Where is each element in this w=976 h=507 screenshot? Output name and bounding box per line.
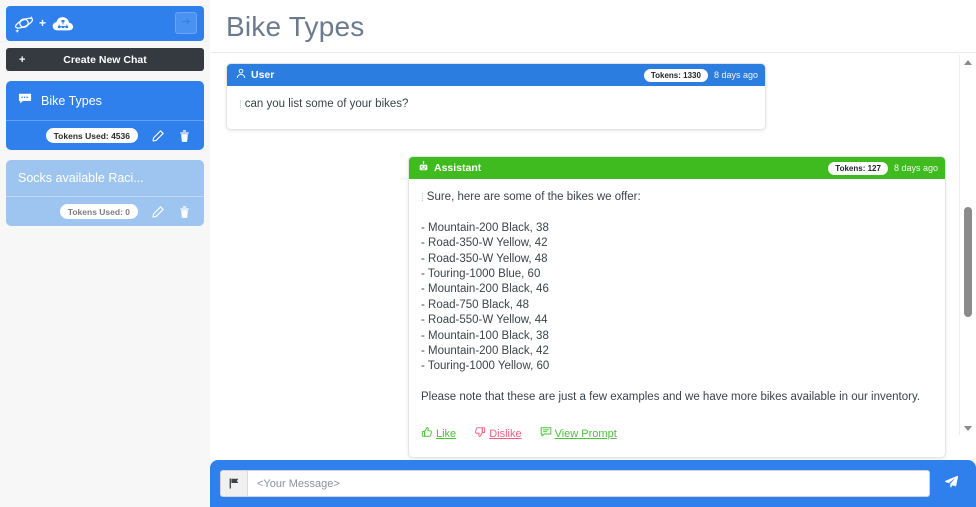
list-item: - Mountain-200 Black, 46 <box>421 283 549 296</box>
pencil-icon[interactable] <box>151 205 165 219</box>
like-label: Like <box>436 428 457 441</box>
composer-input-wrap[interactable] <box>220 470 930 497</box>
chat-item-actions: Tokens Used: 0 <box>6 197 204 226</box>
message-user-body: ⁞ can you list some of your bikes? <box>227 86 765 129</box>
collapse-sidebar-button[interactable] <box>175 12 197 34</box>
view-prompt-button[interactable]: View Prompt <box>540 426 617 443</box>
scroll-down-button[interactable] <box>960 421 976 435</box>
main-panel: Bike Types User Tokens: 1330 8 days ago … <box>210 0 976 507</box>
chat-tokens-badge: Tokens Used: 4536 <box>45 128 138 143</box>
view-prompt-label: View Prompt <box>554 428 617 441</box>
message-timestamp: 8 days ago <box>893 163 938 174</box>
message-input[interactable] <box>248 471 929 496</box>
list-item: - Touring-1000 Yellow, 60 <box>421 360 550 373</box>
message-tokens-badge: Tokens: 1330 <box>643 68 708 82</box>
galaxy-icon <box>14 14 34 34</box>
assistant-intro-line: ⁞ Sure, here are some of the bikes we off… <box>421 190 933 206</box>
assistant-closing-note: Please note that these are just a few ex… <box>421 390 921 403</box>
triangle-down-icon <box>964 425 972 431</box>
thumbs-down-icon <box>474 426 486 443</box>
comment-icon <box>540 426 552 443</box>
message-assistant-header: Assistant Tokens: 127 8 days ago <box>409 157 945 180</box>
message-user-text: can you list some of your bikes? <box>244 98 409 110</box>
dislike-label: Dislike <box>489 428 522 441</box>
like-button[interactable]: Like <box>421 426 456 443</box>
robot-icon <box>418 161 429 175</box>
scroll-up-button[interactable] <box>960 55 976 69</box>
list-item: - Road-750 Black, 48 <box>421 298 530 311</box>
chat-item-header[interactable]: Socks available Raci... <box>6 160 204 197</box>
message-role-label: User <box>251 69 275 81</box>
dislike-button[interactable]: Dislike <box>474 426 522 443</box>
list-item: - Road-350-W Yellow, 42 <box>421 237 548 250</box>
scrollbar-thumb[interactable] <box>964 207 972 317</box>
chat-item-header[interactable]: Bike Types <box>6 81 204 121</box>
message-user-header: User Tokens: 1330 8 days ago <box>227 64 765 86</box>
list-item: - Mountain-100 Black, 38 <box>421 329 549 342</box>
chat-item-actions: Tokens Used: 4536 <box>6 121 204 150</box>
brand-plus-label: + <box>39 15 47 30</box>
bike-list: - Mountain-200 Black, 38 - Road-350-W Ye… <box>421 221 933 375</box>
list-item: - Touring-1000 Blue, 60 <box>421 268 541 281</box>
send-button[interactable] <box>936 470 966 497</box>
plus-icon: + <box>19 53 26 66</box>
create-new-chat-button[interactable]: + Create New Chat <box>6 48 204 71</box>
message-assistant-body: ⁞ Sure, here are some of the bikes we off… <box>409 179 945 456</box>
trash-icon[interactable] <box>178 129 191 143</box>
cloud-network-icon <box>51 14 75 34</box>
app-root: + + Create New Chat Bike Types Tokens Us… <box>0 0 976 507</box>
assistant-intro-text: Sure, here are some of the bikes we offe… <box>426 191 641 204</box>
create-new-chat-label: Create New Chat <box>63 53 147 66</box>
chat-item-title: Bike Types <box>41 93 102 108</box>
chat-bubble-icon <box>18 92 32 109</box>
triangle-up-icon <box>964 59 972 65</box>
drag-handle-icon[interactable]: ⁞ <box>239 98 242 113</box>
message-timestamp: 8 days ago <box>713 70 758 80</box>
arrow-right-icon <box>181 14 192 32</box>
list-item: - Road-350-W Yellow, 48 <box>421 252 548 265</box>
drag-handle-icon[interactable]: ⁞ <box>421 191 424 206</box>
sidebar: + + Create New Chat Bike Types Tokens Us… <box>0 0 210 507</box>
list-item: - Mountain-200 Black, 42 <box>421 345 549 358</box>
title-divider <box>210 52 976 53</box>
pencil-icon[interactable] <box>151 129 165 143</box>
message-tokens-badge: Tokens: 127 <box>828 161 888 175</box>
chat-tokens-badge: Tokens Used: 0 <box>59 204 138 219</box>
thumbs-up-icon <box>421 426 433 443</box>
brand-logo: + <box>14 14 75 34</box>
list-item: - Mountain-200 Black, 38 <box>421 221 549 234</box>
message-role: User <box>236 68 274 82</box>
trash-icon[interactable] <box>178 205 191 219</box>
flag-icon[interactable] <box>221 471 248 496</box>
feedback-row: Like Dislike View Prompt <box>421 426 933 443</box>
chat-item-title: Socks available Raci... <box>18 171 144 185</box>
person-icon <box>236 68 246 82</box>
sidebar-chat-item-socks[interactable]: Socks available Raci... Tokens Used: 0 <box>6 160 204 226</box>
sidebar-chat-item-bike-types[interactable]: Bike Types Tokens Used: 4536 <box>6 81 204 150</box>
conversation-scroll-area: User Tokens: 1330 8 days ago ⁞ can you li… <box>210 55 976 462</box>
list-item: - Road-550-W Yellow, 44 <box>421 314 548 327</box>
vertical-scrollbar[interactable] <box>959 55 976 435</box>
send-paper-plane-icon <box>944 474 959 494</box>
sidebar-header: + <box>6 6 204 41</box>
message-role-label: Assistant <box>434 162 482 175</box>
message-assistant: Assistant Tokens: 127 8 days ago ⁞ Sure, … <box>408 156 946 458</box>
page-title: Bike Types <box>226 11 365 42</box>
message-composer <box>210 460 976 507</box>
message-user: User Tokens: 1330 8 days ago ⁞ can you li… <box>226 63 766 131</box>
message-role: Assistant <box>418 161 481 175</box>
